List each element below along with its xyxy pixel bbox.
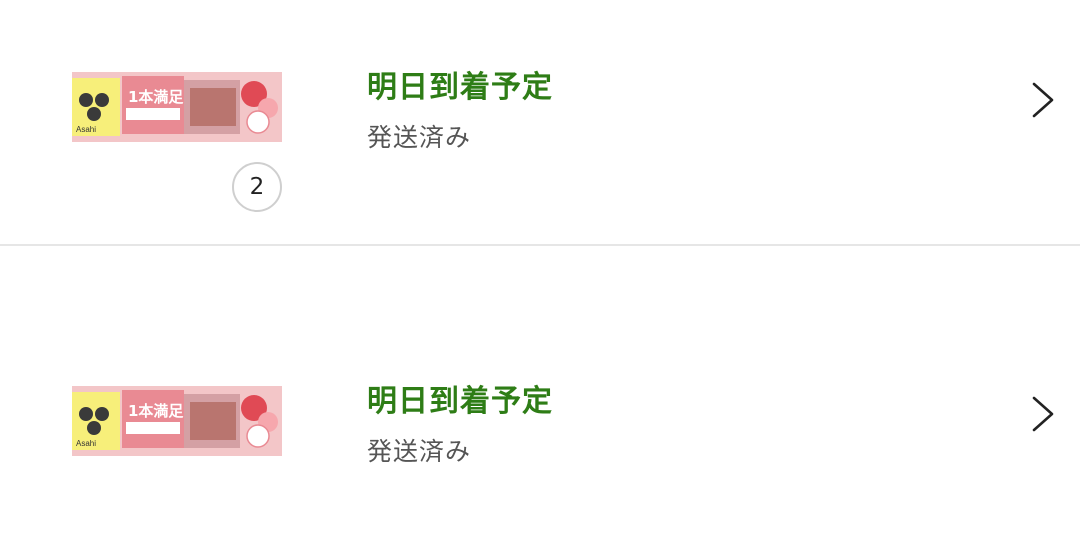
svg-text:1本満足: 1本満足 (128, 402, 184, 420)
delivery-status-title: 明日到着予定 (367, 384, 553, 419)
chevron-right-icon[interactable] (1028, 80, 1060, 120)
order-item[interactable]: Asahi 1本満足 明日到着予定 発送済み (0, 248, 1080, 535)
delivery-status-title: 明日到着予定 (367, 70, 553, 105)
chevron-right-icon[interactable] (1028, 394, 1060, 434)
product-image: Asahi 1本満足 (72, 386, 282, 456)
svg-text:Asahi: Asahi (76, 125, 96, 134)
product-image: Asahi 1本満足 (72, 72, 282, 142)
order-item[interactable]: Asahi 1本満足 2 明日到着予定 発送済み (0, 0, 1080, 246)
svg-text:1本満足: 1本満足 (128, 88, 184, 106)
quantity-badge: 2 (232, 162, 282, 212)
shipping-status-label: 発送済み (367, 123, 472, 152)
svg-text:Asahi: Asahi (76, 439, 96, 448)
shipping-status-label: 発送済み (367, 437, 472, 466)
